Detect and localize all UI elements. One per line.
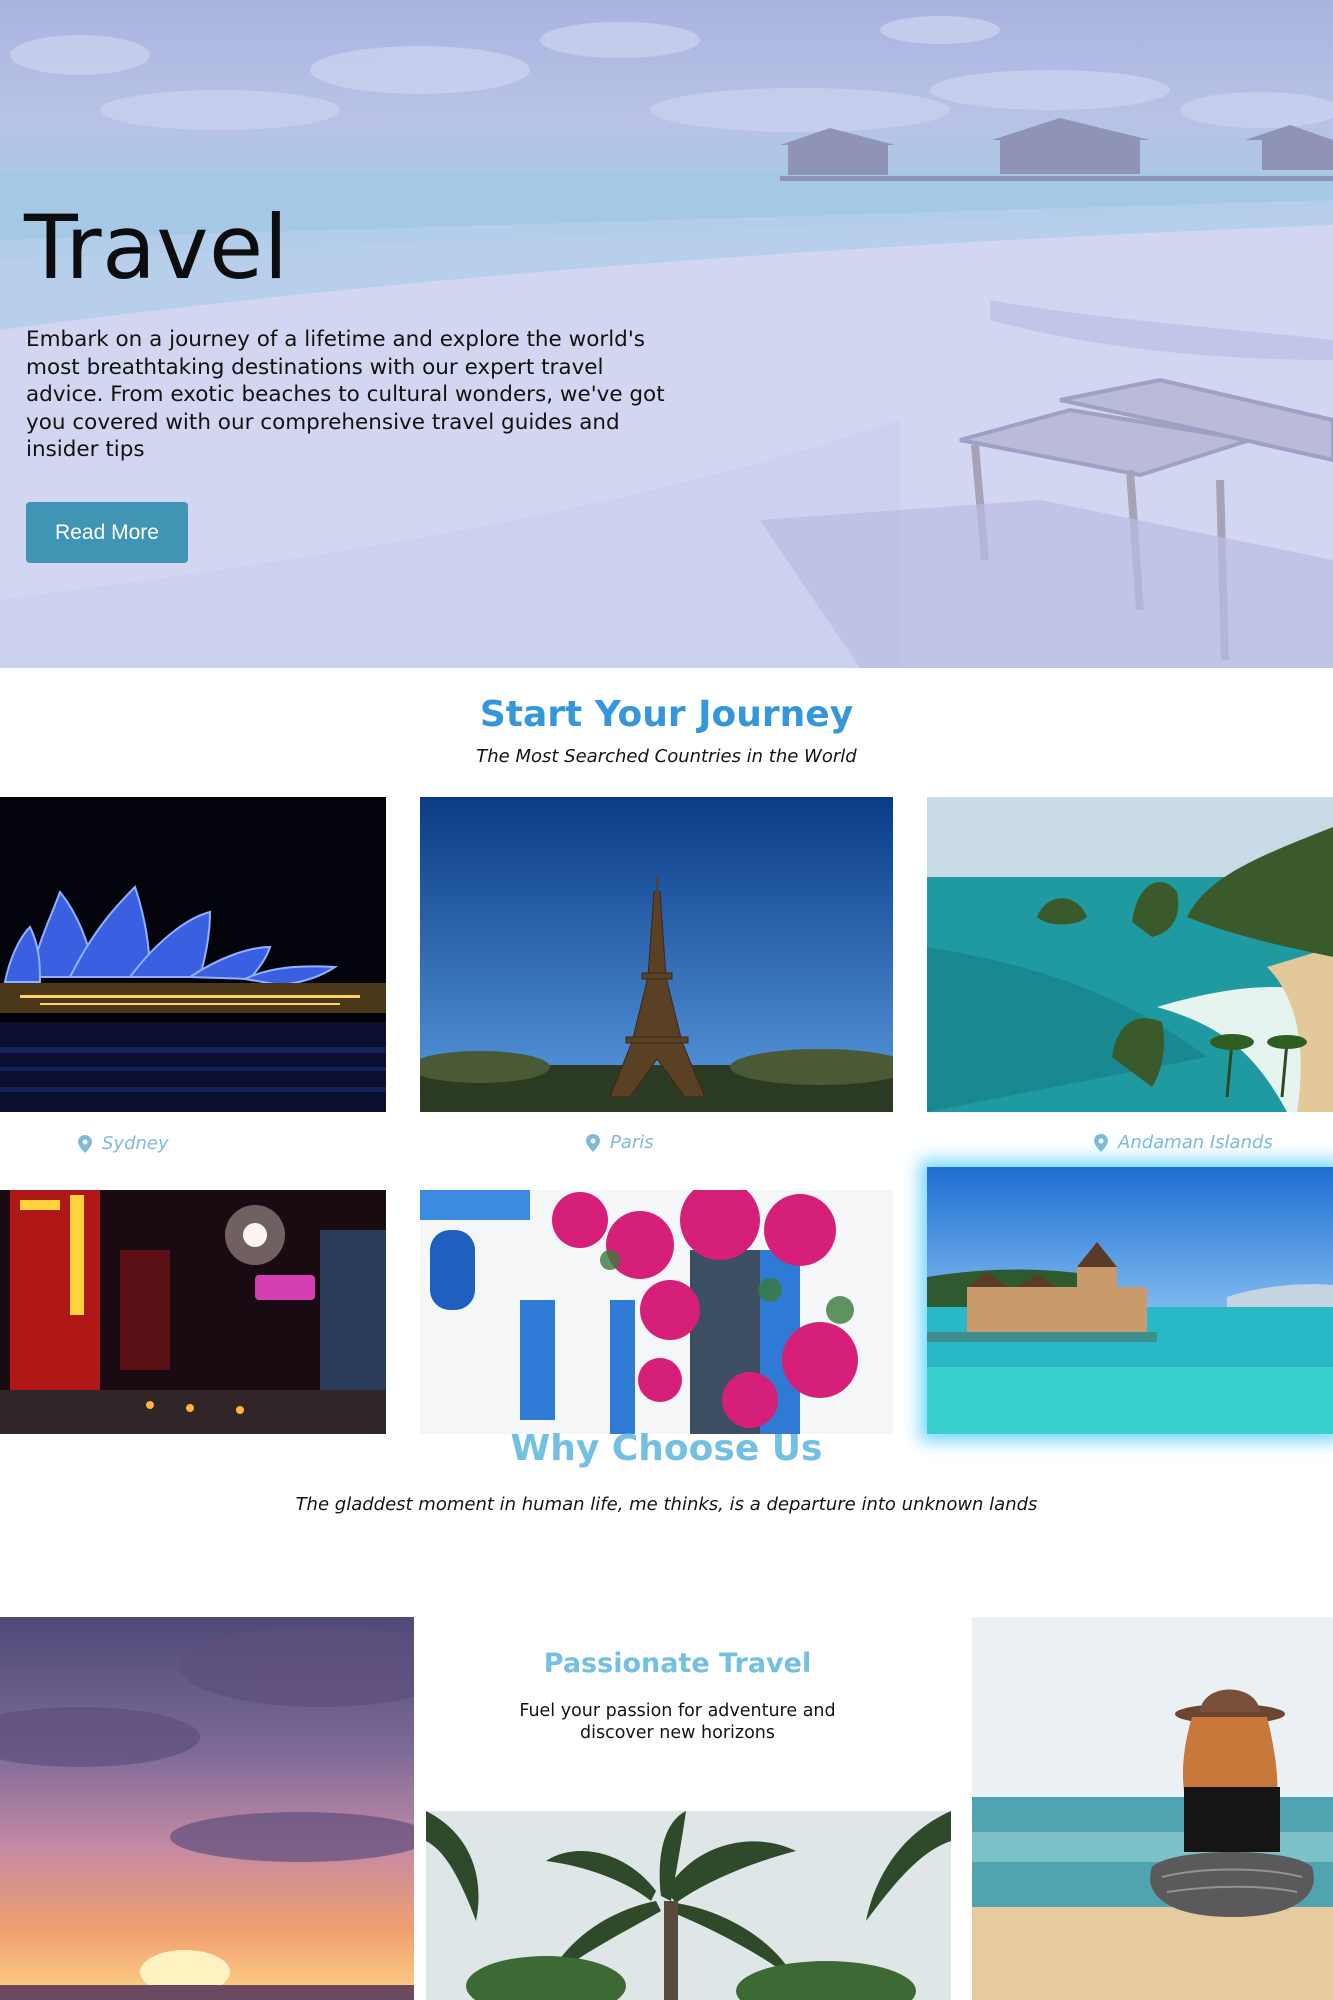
feature-title: Passionate Travel [543,1648,812,1679]
destination-caption[interactable]: Andaman Islands [1094,1132,1273,1153]
city-night-image[interactable] [0,1190,386,1434]
hero-section: Travel Embark on a journey of a lifetime… [0,0,1333,668]
hero-title: Travel [24,196,289,299]
destination-caption[interactable]: Paris [586,1132,654,1153]
destination-caption[interactable]: Sydney [78,1133,169,1154]
feature-text: Fuel your passion for adventure and disc… [519,1701,836,1743]
sydney-image[interactable] [0,797,386,1112]
map-pin-icon [78,1134,92,1153]
destination-label: Paris [610,1132,654,1153]
journey-title: Start Your Journey [479,694,854,735]
read-more-button[interactable]: Read More [26,502,188,563]
beach-woman-image [972,1617,1333,2000]
destination-label: Sydney [102,1133,169,1154]
why-title: Why Choose Us [510,1428,823,1469]
greece-image[interactable] [420,1190,893,1434]
palm-trees-image [426,1811,951,2000]
paris-image[interactable] [420,797,893,1112]
why-quote: The gladdest moment in human life, me th… [295,1494,1038,1515]
map-pin-icon [1094,1133,1108,1152]
journey-subtitle: The Most Searched Countries in the World [476,746,857,767]
sunset-image [0,1617,414,2000]
travel-page: Travel Embark on a journey of a lifetime… [0,0,1333,2000]
lake-castle-image[interactable] [927,1167,1333,1434]
destination-label: Andaman Islands [1118,1132,1273,1153]
andaman-image[interactable] [927,797,1333,1112]
hero-description: Embark on a journey of a lifetime and ex… [26,327,665,462]
map-pin-icon [586,1133,600,1152]
